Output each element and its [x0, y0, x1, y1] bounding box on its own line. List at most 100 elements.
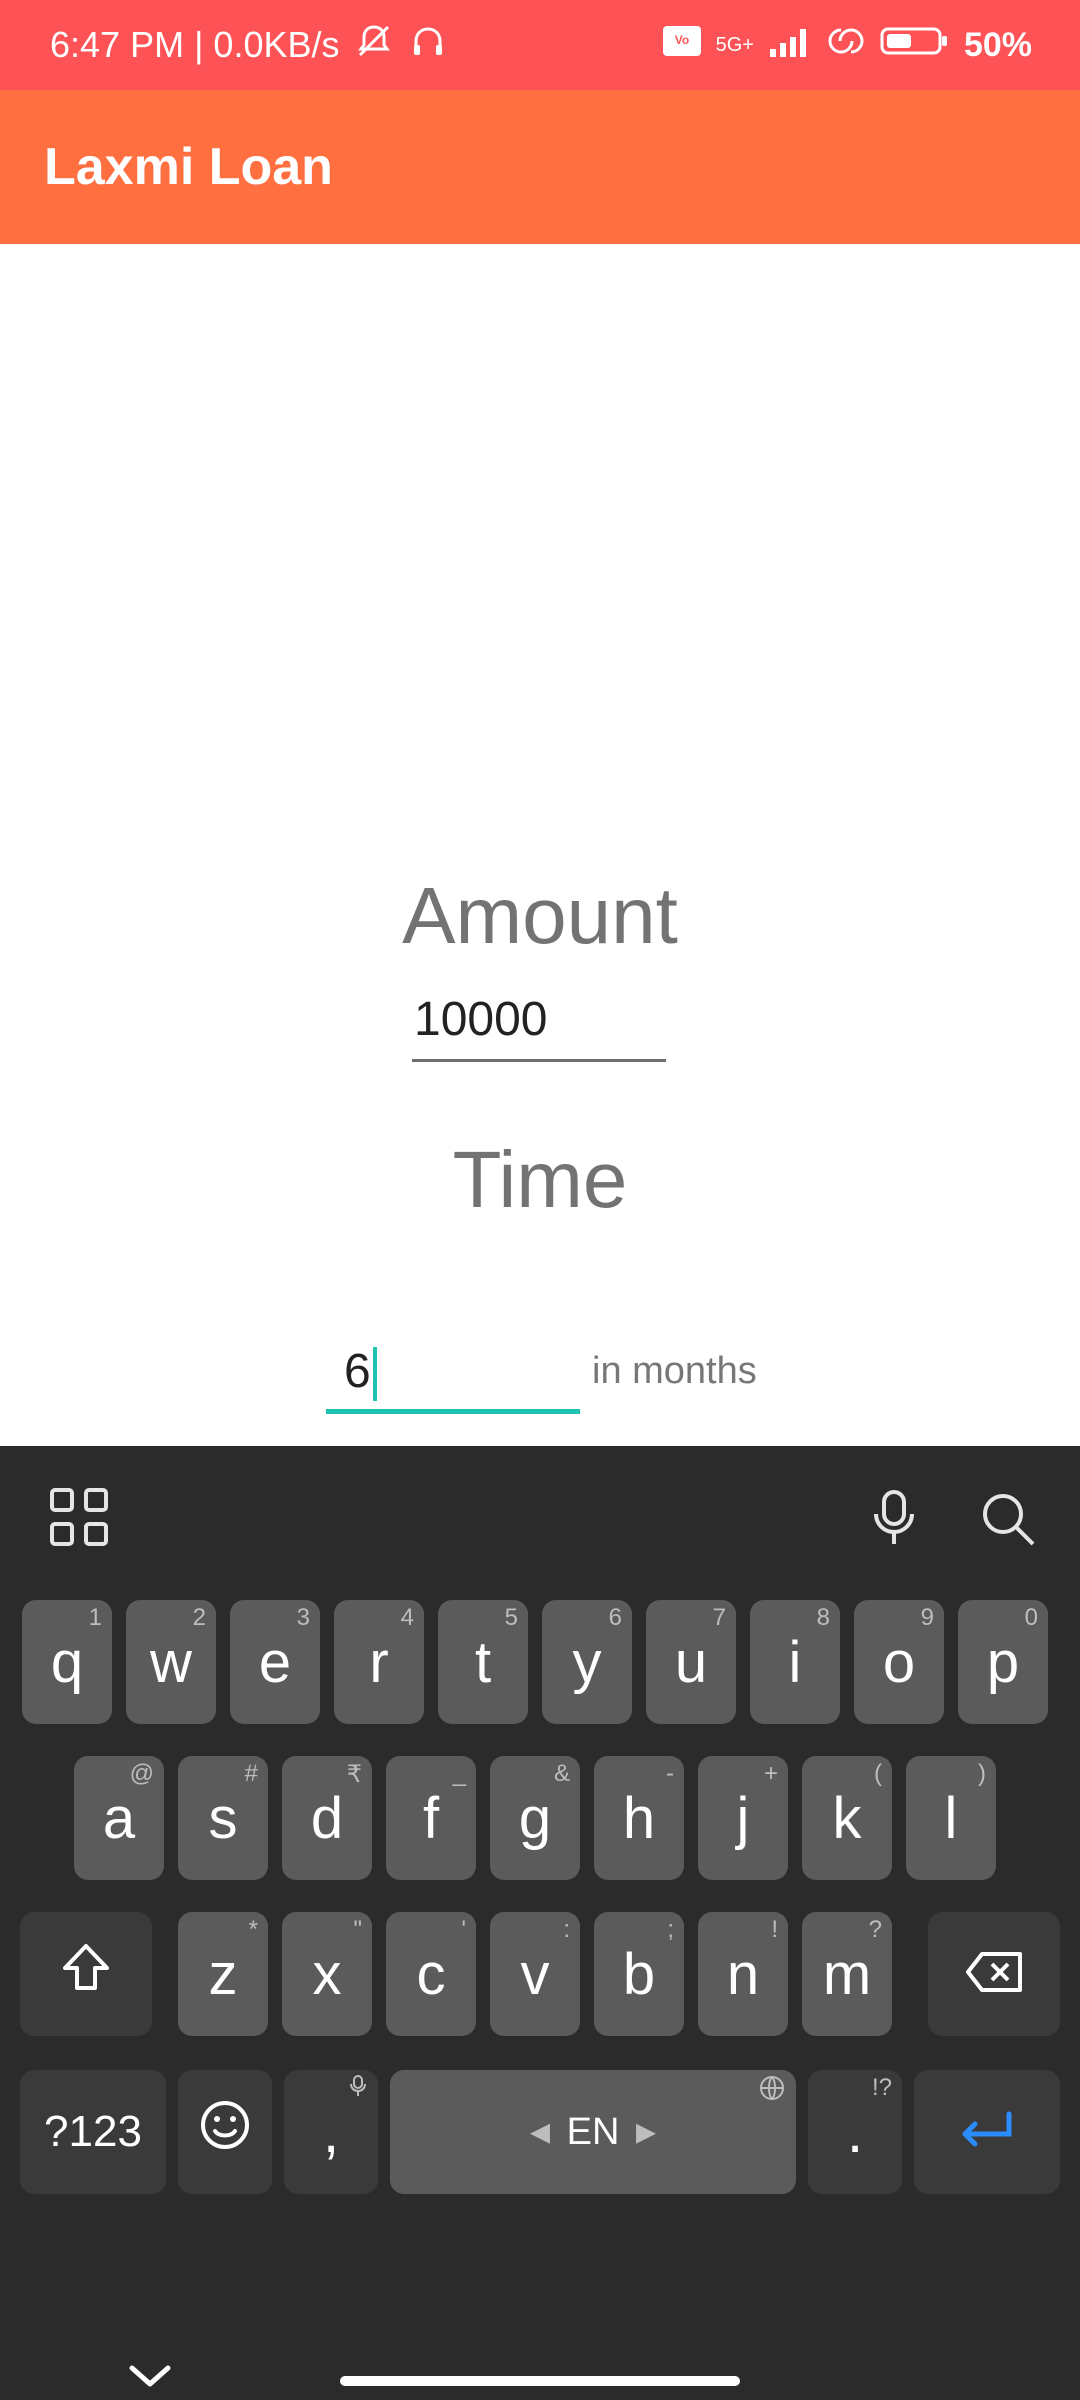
backspace-key[interactable]	[928, 1912, 1060, 2036]
chevron-down-icon[interactable]	[126, 2360, 174, 2397]
key-y-label: y	[572, 1629, 602, 1695]
key-x[interactable]: " x	[282, 1912, 372, 2036]
key-z-label: z	[208, 1941, 238, 2007]
amount-label: Amount	[402, 871, 678, 960]
keyboard-toolbar	[0, 1446, 1080, 1576]
time-input[interactable]: 6	[326, 1344, 580, 1414]
key-z-hint: *	[248, 1916, 258, 1943]
shift-key[interactable]	[20, 1912, 152, 2036]
key-g[interactable]: & g	[490, 1756, 580, 1880]
comma-label: ,	[322, 2099, 340, 2165]
enter-icon	[955, 2099, 1019, 2166]
enter-key[interactable]	[914, 2070, 1060, 2194]
key-e[interactable]: 3e	[230, 1600, 320, 1724]
mic-hint-icon	[348, 2074, 368, 2105]
key-f[interactable]: _ f	[386, 1756, 476, 1880]
key-w-label: w	[150, 1629, 192, 1695]
amount-value: 10000	[414, 993, 548, 1046]
key-u-label: u	[674, 1629, 708, 1695]
key-a-label: a	[102, 1785, 136, 1851]
key-f-label: f	[422, 1785, 440, 1851]
key-i-hint: 8	[816, 1604, 830, 1631]
key-l[interactable]: ) l	[906, 1756, 996, 1880]
muted-bell-icon	[354, 21, 394, 70]
key-x-hint: "	[353, 1916, 362, 1943]
key-h-hint: -	[666, 1760, 674, 1787]
search-icon[interactable]	[975, 1486, 1039, 1550]
key-r-label: r	[369, 1629, 389, 1695]
status-left: 6:47 PM | 0.0KB/s	[50, 0, 448, 90]
key-d[interactable]: ₹ d	[282, 1756, 372, 1880]
link-icon	[826, 23, 866, 68]
key-q-hint: 1	[88, 1604, 102, 1631]
key-z[interactable]: * z	[178, 1912, 268, 2036]
key-i-label: i	[788, 1629, 802, 1695]
key-w[interactable]: 2w	[126, 1600, 216, 1724]
key-o[interactable]: 9o	[854, 1600, 944, 1724]
comma-key[interactable]: ,	[284, 2070, 378, 2194]
key-r[interactable]: 4r	[334, 1600, 424, 1724]
headphones-icon	[408, 21, 448, 70]
key-l-label: l	[944, 1785, 958, 1851]
content: Amount 10000 Time 6	[0, 244, 1080, 1444]
keyboard: ?123 , ◀ EN ▶ !? . 1 q 2 w 3 e 4 r 5 t 6…	[0, 1446, 1080, 2400]
key-h[interactable]: -h	[594, 1756, 684, 1880]
globe-icon	[758, 2074, 786, 2109]
key-p-hint: 0	[1024, 1604, 1038, 1631]
symbols-key[interactable]: ?123	[20, 2070, 166, 2194]
svg-text:Vo: Vo	[674, 33, 688, 47]
key-q[interactable]: 1q	[22, 1600, 112, 1724]
time-value: 6	[344, 1345, 371, 1398]
key-m-label: m	[822, 1941, 872, 2007]
time-unit-label: in months	[592, 1350, 757, 1392]
time-label: Time	[452, 1135, 628, 1224]
key-y[interactable]: 6y	[542, 1600, 632, 1724]
key-b-hint: ;	[667, 1916, 674, 1943]
key-v[interactable]: :v	[490, 1912, 580, 2036]
network-label: 5G+	[715, 33, 754, 56]
key-b-label: b	[622, 1941, 656, 2007]
key-s[interactable]: # s	[178, 1756, 268, 1880]
period-key[interactable]: !? .	[808, 2070, 902, 2194]
key-k[interactable]: (k	[802, 1756, 892, 1880]
key-v-hint: :	[563, 1916, 570, 1943]
key-r-hint: 4	[400, 1604, 414, 1631]
battery-percent: 50%	[963, 25, 1032, 64]
signal-icon	[768, 23, 812, 68]
key-n-label: n	[726, 1941, 760, 2007]
grid-icon[interactable]	[48, 1486, 112, 1550]
key-p[interactable]: 0p	[958, 1600, 1048, 1724]
chevron-left-icon: ◀	[530, 2116, 550, 2147]
key-c-label: c	[416, 1941, 446, 2007]
key-c[interactable]: ' c	[386, 1912, 476, 2036]
key-u[interactable]: 7u	[646, 1600, 736, 1724]
chevron-right-icon: ▶	[636, 2116, 656, 2147]
key-s-label: s	[208, 1785, 238, 1851]
amount-input[interactable]: 10000	[412, 992, 666, 1062]
microphone-icon[interactable]	[862, 1486, 926, 1550]
symbols-key-label: ?123	[44, 2107, 142, 2156]
emoji-key[interactable]	[178, 2070, 272, 2194]
key-m[interactable]: ? m	[802, 1912, 892, 2036]
key-e-hint: 3	[296, 1604, 310, 1631]
backspace-icon	[964, 1941, 1024, 2008]
key-e-label: e	[258, 1629, 292, 1695]
key-t[interactable]: 5t	[438, 1600, 528, 1724]
space-key[interactable]: ◀ EN ▶	[390, 2070, 796, 2194]
key-y-hint: 6	[608, 1604, 622, 1631]
key-j[interactable]: + j	[698, 1756, 788, 1880]
key-a-hint: @	[129, 1760, 154, 1787]
key-i[interactable]: 8i	[750, 1600, 840, 1724]
space-key-label: EN	[566, 2110, 620, 2153]
app-bar: Laxmi Loan	[0, 90, 1080, 244]
shift-icon	[59, 1940, 113, 2008]
key-m-hint: ?	[868, 1916, 882, 1943]
key-n[interactable]: ! n	[698, 1912, 788, 2036]
key-a[interactable]: @ a	[74, 1756, 164, 1880]
key-d-label: d	[310, 1785, 344, 1851]
text-cursor	[372, 1347, 377, 1402]
key-n-hint: !	[771, 1916, 778, 1943]
key-s-hint: #	[244, 1760, 258, 1787]
key-b[interactable]: ; b	[594, 1912, 684, 2036]
status-bar: 6:47 PM | 0.0KB/s Vo 5G+ 50%	[0, 0, 1080, 90]
